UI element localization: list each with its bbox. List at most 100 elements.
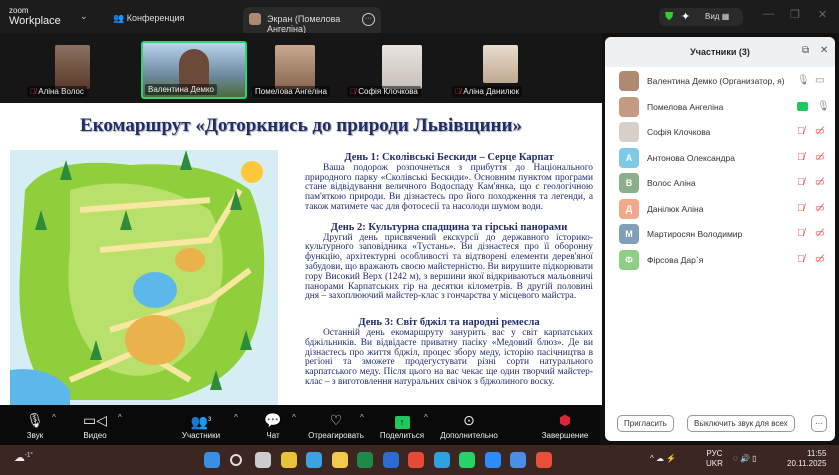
day-heading: День 2: Культурна спадщина та гірські па… [330, 221, 568, 233]
pop-out-icon[interactable]: ⧉ [802, 46, 809, 56]
video-tile[interactable]: 🎙̸ Софія Клочкова [345, 41, 435, 99]
minimize-button[interactable]: — [763, 8, 774, 20]
mic-muted-icon[interactable]: 🎙̸ [797, 152, 805, 163]
video-options-caret[interactable]: ^ [118, 413, 122, 422]
chrome-profile-icon[interactable] [408, 452, 424, 468]
mic-muted-icon[interactable]: 🎙̸ [797, 177, 805, 188]
video-thumbnails: 🎙̸ Аліна Волос Валентина Демко Помелова … [0, 33, 602, 103]
react-options-caret[interactable]: ^ [360, 413, 364, 422]
microphone-icon[interactable]: 🎙 [817, 101, 830, 112]
screen-share-tab[interactable]: Экран (Помелова Ангеліна) ··· [243, 7, 381, 34]
video-off-icon[interactable]: ▭̸ [815, 177, 824, 188]
day-heading: День 1: Сколівські Бескиди – Серце Карпа… [344, 152, 554, 163]
participant-row[interactable]: Валентина Демко (Организатор, я) 🎙 ▭ [619, 71, 829, 91]
day-heading: День 3: Світ бджіл та народні ремесла [358, 317, 540, 329]
more-icon[interactable]: ··· [362, 13, 375, 26]
tray-icons[interactable]: ^ ☁ ⚡ [650, 454, 676, 463]
share-options-caret[interactable]: ^ [424, 413, 428, 422]
chevron-down-icon[interactable]: ⌄ [80, 11, 88, 22]
task-view-icon[interactable] [255, 452, 271, 468]
whatsapp-icon[interactable] [459, 452, 475, 468]
participant-row[interactable]: Ф Фірсова Дар`я 🎙̸ ▭̸ [619, 249, 829, 270]
mic-muted-icon: 🎙̸ [350, 87, 356, 96]
chat-options-caret[interactable]: ^ [292, 413, 296, 422]
invite-button[interactable]: Пригласить [617, 415, 674, 432]
close-window-button[interactable]: ✕ [818, 8, 827, 21]
avatar [619, 122, 639, 142]
participant-row[interactable]: Софія Клочкова 🎙̸ ▭̸ [619, 122, 829, 142]
weather-widget[interactable]: ☁-1° [14, 451, 33, 464]
participant-video [483, 45, 518, 83]
excel-icon[interactable] [357, 452, 373, 468]
participant-row[interactable]: Д Данілюк Аліна 🎙̸ ▭̸ [619, 198, 829, 219]
participant-name: Волос Аліна [647, 178, 696, 188]
day-description: Другий день присвячений екскурсії до дер… [305, 232, 593, 302]
participant-name: Антонова Олександра [647, 152, 735, 163]
powerpoint-icon[interactable] [535, 452, 552, 468]
camera-icon[interactable]: ▭ [815, 75, 824, 86]
end-meeting-button[interactable]: ⬢ Завершение [530, 409, 600, 440]
participant-row[interactable]: М Мартиросян Володимир 🎙̸ ▭̸ [619, 224, 829, 244]
language-indicator[interactable]: РУС UKR [706, 449, 723, 469]
mic-muted-icon[interactable]: 🎙̸ [797, 228, 805, 239]
video-off-icon[interactable]: ▭̸ [815, 126, 824, 137]
mic-muted-icon: 🎙̸ [30, 87, 36, 96]
participant-video [275, 45, 315, 89]
search-icon[interactable] [229, 454, 242, 466]
participant-row[interactable]: А Антонова Олександра 🎙̸ ▭̸ [619, 147, 829, 168]
video-off-icon[interactable]: ▭̸ [815, 228, 824, 239]
mic-muted-icon[interactable]: 🎙̸ [797, 126, 805, 137]
avatar: Д [619, 198, 639, 219]
mic-muted-icon[interactable]: 🎙̸ [797, 254, 805, 265]
audio-options-caret[interactable]: ^ [52, 413, 56, 422]
close-panel-icon[interactable]: ✕ [820, 46, 828, 56]
avatar [619, 96, 639, 117]
mic-muted-icon[interactable]: 🎙̸ [797, 203, 805, 214]
panel-header: Участники (3) ⧉ ✕ [605, 37, 835, 67]
video-tile-active[interactable]: Валентина Демко [141, 41, 247, 99]
video-tile[interactable]: 🎙̸ Аліна Данилюк [450, 41, 550, 99]
view-button[interactable]: Вид ▦ [705, 12, 729, 21]
video-tile[interactable]: 🎙̸ Аліна Волос [25, 41, 115, 99]
conference-tab[interactable]: 👥 Конференция [113, 13, 184, 24]
chat-button[interactable]: 💬 Чат [238, 409, 308, 440]
more-options-button[interactable]: ··· [811, 415, 827, 432]
video-off-icon[interactable]: ▭̸ [815, 254, 824, 265]
participant-name: Валентина Демко (Организатор, я) [647, 76, 785, 86]
word-icon[interactable] [382, 452, 399, 468]
photos-icon[interactable] [510, 452, 526, 468]
more-button[interactable]: ⊙ Дополнительно [434, 409, 504, 440]
more-icon: ⊙ [463, 412, 475, 428]
video-tile[interactable]: Помелова Ангеліна [250, 41, 330, 99]
edge-icon[interactable] [306, 452, 322, 468]
title-bar: zoom Workplace ⌄ 👥 Конференция Экран (Пом… [0, 0, 839, 34]
file-explorer-icon[interactable] [331, 452, 348, 468]
video-off-icon[interactable]: ▭̸ [815, 203, 824, 214]
sparkle-icon[interactable]: ✦ [681, 10, 690, 23]
zoom-icon[interactable] [484, 452, 501, 468]
network-volume-battery[interactable]: ◌ 🔊 ▯ [733, 454, 757, 463]
shield-icon[interactable]: ⛊ [665, 11, 673, 24]
participant-video [55, 45, 90, 89]
view-controls: ⛊ ✦ Вид ▦ [659, 8, 743, 26]
clock[interactable]: 11:55 20.11.2025 [787, 449, 826, 469]
participant-name: Данілюк Аліна [647, 203, 704, 214]
telegram-icon[interactable] [433, 452, 450, 468]
chrome-icon[interactable] [280, 452, 297, 468]
participant-row[interactable]: В Волос Аліна 🎙̸ ▭̸ [619, 173, 829, 193]
video-off-icon[interactable]: ▭̸ [815, 152, 824, 163]
participant-video [382, 45, 422, 89]
participants-panel: Участники (3) ⧉ ✕ Валентина Демко (Органи… [605, 37, 835, 441]
slide-title: Екомаршрут «Доторкнись до природи Львівщ… [80, 115, 522, 136]
participant-name: Фірсова Дар`я [647, 254, 704, 265]
people-icon: 👥 [113, 13, 125, 23]
mute-all-button[interactable]: Выключить звук для всех [687, 415, 795, 432]
participant-row[interactable]: Помелова Ангеліна 🎙 [619, 96, 830, 117]
avatar: М [619, 224, 639, 244]
microphone-icon[interactable]: 🎙 [797, 75, 810, 86]
end-icon: ⬢ [558, 412, 572, 428]
start-icon[interactable] [204, 452, 220, 468]
participants-button[interactable]: 👥3 Участники [166, 409, 236, 440]
sharing-icon [797, 101, 808, 111]
maximize-button[interactable]: ❐ [790, 8, 800, 21]
